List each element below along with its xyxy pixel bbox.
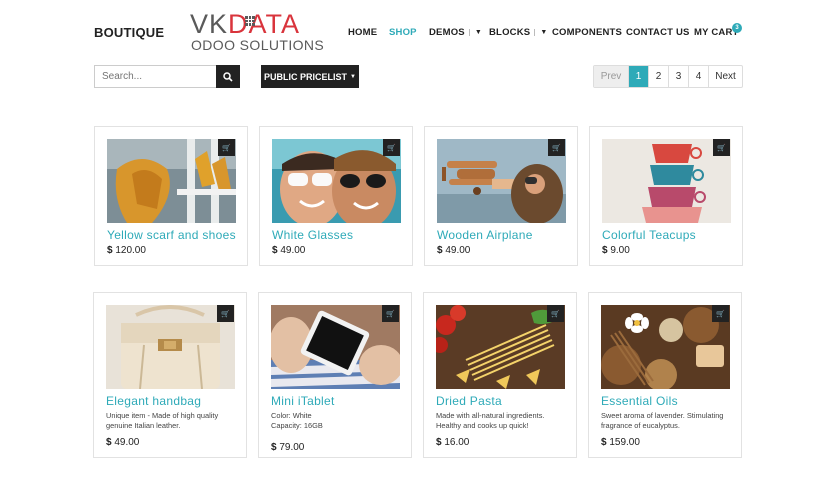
product-card[interactable]: 🛒 Colorful Teacups $ 9.00 (589, 126, 743, 266)
product-description: Sweet aroma of lavender. Stimulating fra… (601, 411, 724, 430)
price-value: 49.00 (114, 437, 140, 448)
currency-symbol: $ (436, 437, 442, 448)
cart-icon: 🛒 (717, 144, 726, 152)
product-price: $ 49.00 (272, 245, 305, 256)
product-name[interactable]: Wooden Airplane (437, 228, 533, 242)
nav-demos-label: DEMOS (429, 27, 465, 38)
add-to-cart-button[interactable]: 🛒 (382, 305, 399, 322)
product-price: $ 49.00 (437, 245, 470, 256)
currency-symbol: $ (107, 245, 113, 256)
product-image-itablet[interactable] (271, 305, 400, 389)
price-value: 159.00 (609, 437, 640, 448)
logo-grid-icon (245, 16, 255, 26)
cart-icon: 🛒 (386, 310, 395, 318)
product-name[interactable]: Essential Oils (601, 394, 678, 408)
nav-demos[interactable]: DEMOS ▼ (429, 27, 482, 38)
currency-symbol: $ (272, 245, 278, 256)
product-image-teacups[interactable] (602, 139, 731, 223)
pricelist-label: PUBLIC PRICELIST (264, 71, 348, 82)
product-image-wooden-airplane[interactable] (437, 139, 566, 223)
add-to-cart-button[interactable]: 🛒 (218, 139, 235, 156)
nav-components[interactable]: COMPONENTS (552, 27, 622, 38)
price-value: 9.00 (610, 245, 630, 256)
currency-symbol: $ (106, 437, 112, 448)
product-card[interactable]: 🛒 Wooden Airplane $ 49.00 (424, 126, 578, 266)
product-image-white-glasses[interactable] (272, 139, 401, 223)
logo-text-vk: VK (190, 9, 229, 39)
caret-down-icon: ▼ (534, 29, 547, 36)
company-logo[interactable]: VKDATA ODOO SOLUTIONS (190, 9, 324, 54)
product-description: Color: White Capacity: 16GB (271, 411, 323, 430)
product-name[interactable]: Mini iTablet (271, 394, 335, 408)
search-button[interactable] (216, 65, 240, 88)
product-name[interactable]: Elegant handbag (106, 394, 201, 408)
product-price: $ 159.00 (601, 437, 640, 448)
price-value: 49.00 (445, 245, 471, 256)
cart-icon: 🛒 (552, 144, 561, 152)
pricelist-dropdown[interactable]: PUBLIC PRICELIST ▼ (261, 65, 359, 88)
product-price: $ 79.00 (271, 442, 304, 453)
add-to-cart-button[interactable]: 🛒 (383, 139, 400, 156)
product-price: $ 120.00 (107, 245, 146, 256)
product-price: $ 49.00 (106, 437, 139, 448)
nav-blocks-label: BLOCKS (489, 27, 531, 38)
cart-count-badge: 3 (732, 23, 742, 33)
cart-icon: 🛒 (387, 144, 396, 152)
product-card[interactable]: 🛒 Yellow scarf and shoes $ 120.00 (94, 126, 248, 266)
add-to-cart-button[interactable]: 🛒 (713, 139, 730, 156)
search-input[interactable] (94, 65, 217, 88)
product-image-scarf-shoes[interactable] (107, 139, 236, 223)
pager-page-3[interactable]: 3 (668, 66, 688, 87)
pager-next[interactable]: Next (708, 66, 742, 87)
product-card[interactable]: 🛒 Essential Oils Sweet aroma of lavender… (588, 292, 742, 458)
add-to-cart-button[interactable]: 🛒 (712, 305, 729, 322)
add-to-cart-button[interactable]: 🛒 (217, 305, 234, 322)
product-name[interactable]: Dried Pasta (436, 394, 502, 408)
product-image-pasta[interactable] (436, 305, 565, 389)
brand-name[interactable]: BOUTIQUE (94, 25, 164, 40)
nav-shop[interactable]: SHOP (389, 27, 417, 38)
currency-symbol: $ (601, 437, 607, 448)
currency-symbol: $ (437, 245, 443, 256)
caret-down-icon: ▼ (350, 73, 356, 80)
product-image-handbag[interactable] (106, 305, 235, 389)
product-card[interactable]: 🛒 Dried Pasta Made with all-natural ingr… (423, 292, 577, 458)
product-card[interactable]: 🛒 White Glasses $ 49.00 (259, 126, 413, 266)
price-value: 49.00 (280, 245, 306, 256)
nav-contact-us[interactable]: CONTACT US (626, 27, 690, 38)
pager-page-4[interactable]: 4 (688, 66, 708, 87)
price-value: 79.00 (279, 442, 305, 453)
price-value: 120.00 (115, 245, 146, 256)
add-to-cart-button[interactable]: 🛒 (547, 305, 564, 322)
price-value: 16.00 (444, 437, 470, 448)
product-card[interactable]: 🛒 Elegant handbag Unique item - Made of … (93, 292, 247, 458)
nav-home[interactable]: HOME (348, 27, 377, 38)
product-name[interactable]: White Glasses (272, 228, 353, 242)
product-image-essential-oils[interactable] (601, 305, 730, 389)
product-name[interactable]: Yellow scarf and shoes (107, 228, 236, 242)
logo-subtitle: ODOO SOLUTIONS (191, 37, 325, 53)
cart-icon: 🛒 (551, 310, 560, 318)
pager-page-2[interactable]: 2 (648, 66, 668, 87)
currency-symbol: $ (602, 245, 608, 256)
product-description: Made with all-natural ingredients. Healt… (436, 411, 545, 430)
product-price: $ 9.00 (602, 245, 630, 256)
product-name[interactable]: Colorful Teacups (602, 228, 696, 242)
nav-blocks[interactable]: BLOCKS ▼ (489, 27, 547, 38)
pager-prev[interactable]: Prev (594, 66, 628, 87)
pager-page-1[interactable]: 1 (628, 66, 648, 87)
cart-icon: 🛒 (716, 310, 725, 318)
caret-down-icon: ▼ (468, 29, 482, 36)
pagination: Prev 1 2 3 4 Next (593, 65, 743, 88)
product-price: $ 16.00 (436, 437, 469, 448)
product-description: Unique item - Made of high quality genui… (106, 411, 219, 430)
currency-symbol: $ (271, 442, 277, 453)
cart-icon: 🛒 (221, 310, 230, 318)
add-to-cart-button[interactable]: 🛒 (548, 139, 565, 156)
search-icon (223, 71, 233, 82)
logo-text-data: DATA (228, 9, 301, 39)
product-card[interactable]: 🛒 Mini iTablet Color: White Capacity: 16… (258, 292, 412, 458)
cart-icon: 🛒 (222, 144, 231, 152)
